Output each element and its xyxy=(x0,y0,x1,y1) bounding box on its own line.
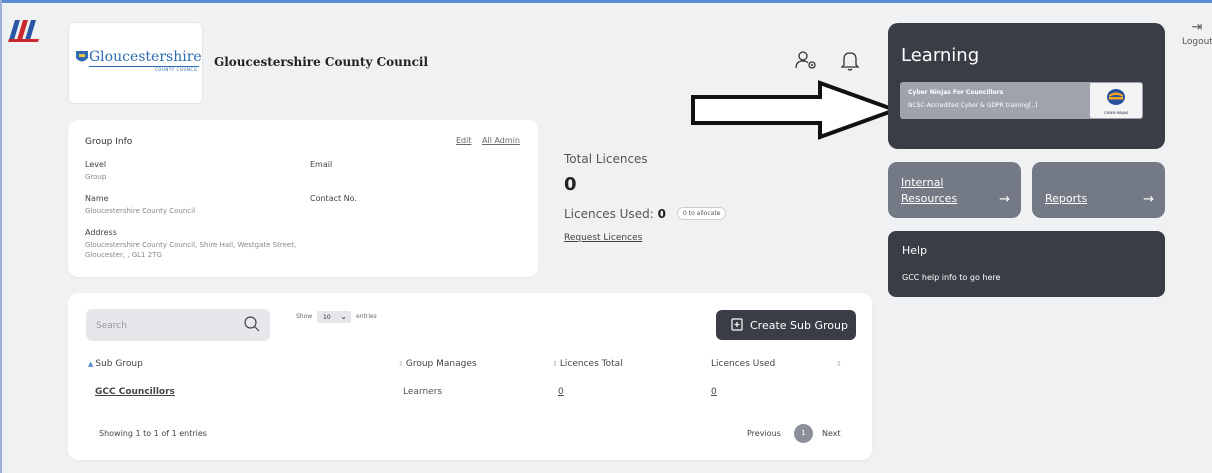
name-label: Name xyxy=(85,194,109,203)
group-info-card: Group Info Edit All Admin Level Group Em… xyxy=(68,120,538,277)
search-icon[interactable] xyxy=(243,315,261,333)
org-name: Gloucestershire County Council xyxy=(214,55,429,69)
request-licences-link[interactable]: Request Licences xyxy=(564,233,642,243)
allocate-badge: 0 to allocate xyxy=(677,207,727,220)
help-panel: Help GCC help info to go here xyxy=(888,231,1165,297)
course-thumbnail: CYBER NINJAS xyxy=(1090,83,1142,118)
logout-label: Logout xyxy=(1182,37,1212,47)
internal-resources-tile[interactable]: Internal Resources → xyxy=(888,162,1021,218)
logout-button[interactable]: ⇥ Logout xyxy=(1182,20,1212,47)
search-input[interactable]: Search xyxy=(96,321,127,331)
cyber-ninjas-logo-icon xyxy=(1107,89,1125,105)
group-manages-cell: Learners xyxy=(403,387,443,397)
column-header-licences-total[interactable]: ⇕ Licences Total xyxy=(552,359,623,369)
previous-page-button[interactable]: Previous xyxy=(747,429,781,438)
internal-resources-label-2: Resources xyxy=(901,192,958,205)
help-description: GCC help info to go here xyxy=(902,273,1001,282)
sort-icon: ⇕ xyxy=(398,360,404,368)
create-sub-group-label: Create Sub Group xyxy=(750,319,848,332)
reports-tile[interactable]: Reports → xyxy=(1032,162,1165,218)
entries-label: entries xyxy=(356,313,377,320)
sort-icon[interactable]: ⇕ xyxy=(836,359,844,369)
add-document-icon xyxy=(731,318,743,331)
column-header-group-manages[interactable]: ⇕ Group Manages xyxy=(398,359,477,369)
search-box[interactable]: Search xyxy=(86,309,270,341)
internal-resources-label-1: Internal xyxy=(901,176,944,189)
level-label: Level xyxy=(85,160,107,169)
total-licences-title: Total Licences xyxy=(564,152,648,166)
org-logo-subtext: COUNTY COUNCIL xyxy=(155,67,199,72)
total-licences-count: 0 xyxy=(564,174,577,195)
licences-used: Licences Used: 0 xyxy=(564,207,666,221)
name-value: Gloucestershire County Council xyxy=(85,207,196,215)
column-header-licences-used[interactable]: Licences Used xyxy=(711,359,775,369)
arrow-right-icon: → xyxy=(1143,192,1154,207)
entries-select[interactable]: 10 ⌄ xyxy=(317,311,351,323)
email-label: Email xyxy=(310,160,333,169)
reports-label: Reports xyxy=(1045,192,1088,205)
sort-asc-icon: ▲ xyxy=(88,360,94,368)
next-page-button[interactable]: Next xyxy=(822,429,841,438)
org-logo-text: Gloucestershire xyxy=(89,49,202,65)
window-left-border xyxy=(0,0,2,473)
licences-total-link[interactable]: 0 xyxy=(558,387,564,397)
user-settings-icon[interactable] xyxy=(794,48,818,72)
course-thumbnail-label: CYBER NINJAS xyxy=(1103,111,1129,115)
address-line-2: Gloucester, , GL1 2TG xyxy=(85,251,162,259)
licences-used-value: 0 xyxy=(657,207,666,221)
create-sub-group-button[interactable]: Create Sub Group xyxy=(716,310,856,340)
address-label: Address xyxy=(85,228,117,237)
sort-icon: ⇕ xyxy=(552,360,558,368)
course-title: Cyber Ninjas For Councillors xyxy=(908,89,1004,96)
course-description: NCSC-Accredited Cyber & GDPR training[..… xyxy=(908,102,1038,109)
org-logo: Gloucestershire COUNTY COUNCIL xyxy=(68,22,203,104)
arrow-right-icon: → xyxy=(999,192,1010,207)
level-value: Group xyxy=(85,173,107,181)
crest-icon xyxy=(76,51,88,62)
entries-select-value: 10 xyxy=(323,314,331,321)
sub-group-card: Search Show 10 ⌄ entries Create Sub Grou… xyxy=(68,293,872,460)
learning-title: Learning xyxy=(901,45,980,66)
page-1-button[interactable]: 1 xyxy=(794,424,813,443)
window-top-border xyxy=(0,0,1212,3)
chevron-down-icon: ⌄ xyxy=(340,312,347,321)
edit-link[interactable]: Edit xyxy=(456,136,472,145)
help-title: Help xyxy=(902,244,928,257)
licences-used-label: Licences Used: xyxy=(564,207,654,221)
contact-label: Contact No. xyxy=(310,194,357,203)
course-card[interactable]: Cyber Ninjas For Councillors NCSC-Accred… xyxy=(900,82,1143,119)
group-info-title: Group Info xyxy=(85,137,133,147)
bell-icon[interactable] xyxy=(838,48,862,72)
show-label: Show xyxy=(296,313,313,320)
column-header-sub-group[interactable]: ▲ Sub Group xyxy=(88,359,143,369)
address-line-1: Gloucestershire County Council, Shire Ha… xyxy=(85,241,297,249)
licences-used-link[interactable]: 0 xyxy=(711,387,717,397)
showing-entries-text: Showing 1 to 1 of 1 entries xyxy=(99,429,207,438)
sub-group-link[interactable]: GCC Councillors xyxy=(95,387,175,397)
learning-panel: Learning Cyber Ninjas For Councillors NC… xyxy=(888,23,1165,149)
app-logo-icon[interactable] xyxy=(6,18,40,42)
all-admin-link[interactable]: All Admin xyxy=(482,136,520,145)
logout-icon: ⇥ xyxy=(1191,20,1203,35)
annotation-arrow-icon xyxy=(691,80,900,140)
